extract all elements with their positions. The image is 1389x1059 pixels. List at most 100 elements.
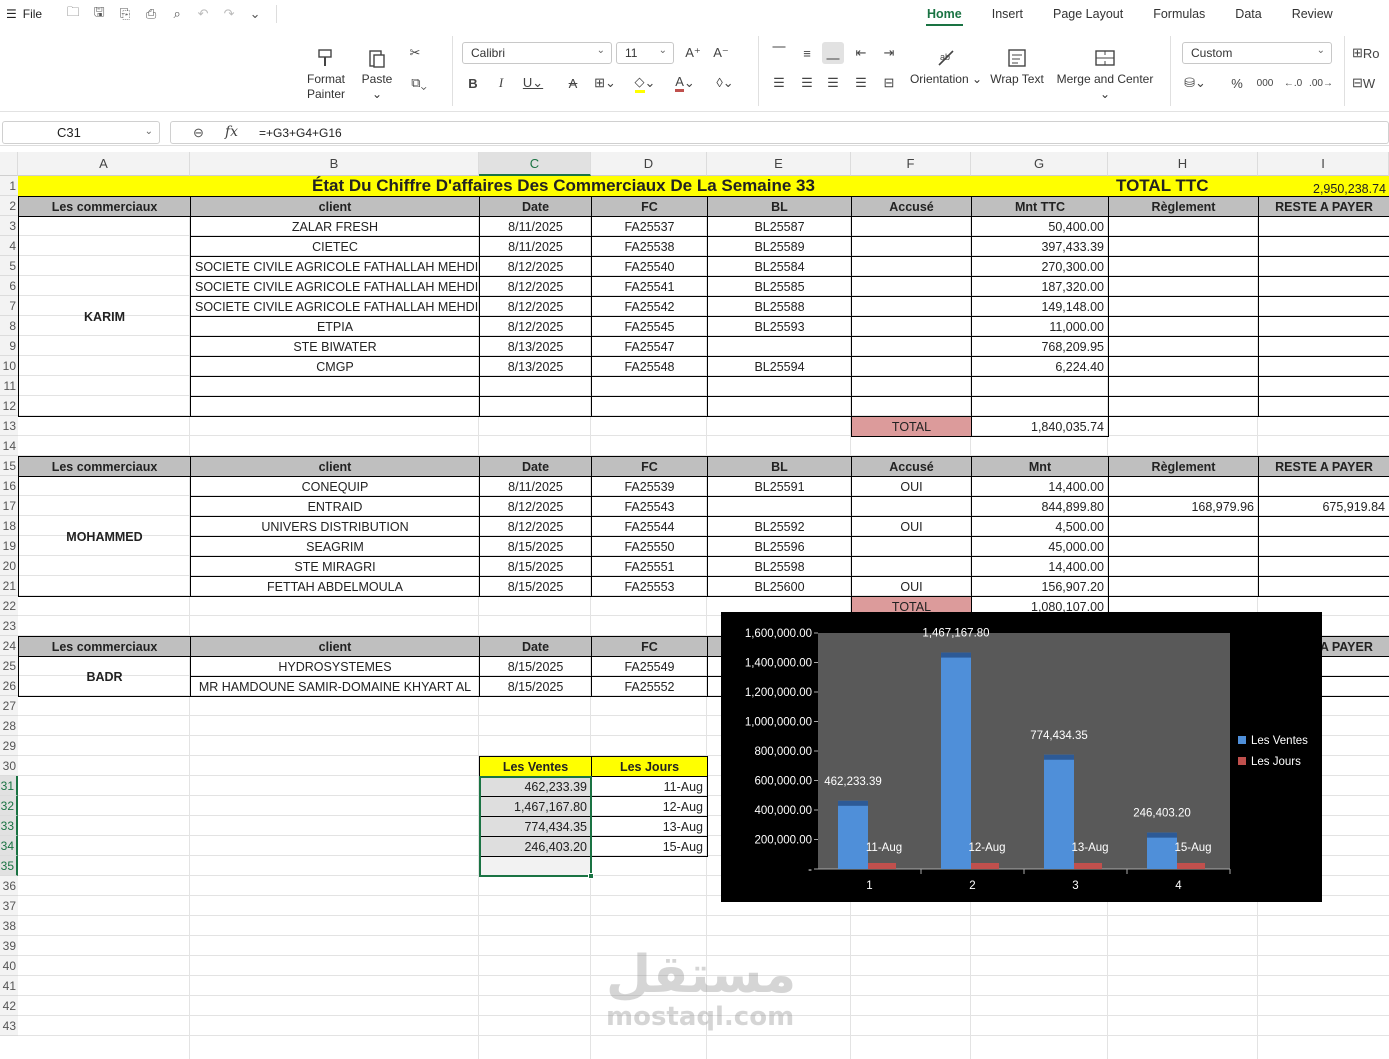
row-header-11[interactable]: 11 [0,376,18,396]
row-header-25[interactable]: 25 [0,656,18,676]
row-header-9[interactable]: 9 [0,336,18,356]
formula-input[interactable]: ⊖ fx =+G3+G4+G16 [170,121,1389,144]
row-header-16[interactable]: 16 [0,476,18,496]
print-icon[interactable]: ⎙ [142,5,160,23]
column-header-a[interactable]: A [18,152,190,176]
row-header-23[interactable]: 23 [0,616,18,636]
row-header-17[interactable]: 17 [0,496,18,516]
sales-chart[interactable]: 1,600,000.00 1,400,000.00 1,200,000.00 1,00… [721,612,1322,902]
wrap-text-button[interactable]: Wrap Text [988,46,1046,87]
worksheet-grid[interactable]: A B C D E F G H I 1 2 3 4 5 6 7 8 9 10 11 12 13 14 15 16 17 18 19 20… [0,152,1389,1059]
currency-icon[interactable]: ⛁⌄ [1184,72,1206,94]
fill-color-icon[interactable]: ◇ ⌄ [634,72,656,94]
tab-formulas[interactable]: Formulas [1138,0,1220,28]
distributed-icon[interactable]: ⊟ [878,72,900,94]
row-header-1[interactable]: 1 [0,176,18,196]
open-folder-icon[interactable]: 🗀 [64,4,82,23]
row-header-2[interactable]: 2 [0,196,18,216]
row-header-33[interactable]: 33 [0,816,18,836]
decrease-indent-icon[interactable]: ⇤ [850,42,872,64]
align-bottom-icon[interactable]: ⎽ [822,42,844,64]
paste-button[interactable]: Paste ⌄ [356,46,398,102]
clear-icon[interactable]: ◊⌄ [714,72,736,94]
rows-columns-button[interactable]: ⊞ Ro [1352,42,1389,64]
row-header-39[interactable]: 39 [0,936,18,956]
strikethrough-icon[interactable]: A [562,72,584,94]
format-painter-button[interactable]: Format Painter [302,46,350,102]
row-header-15[interactable]: 15 [0,456,18,476]
row-header-36[interactable]: 36 [0,876,18,896]
row-header-40[interactable]: 40 [0,956,18,976]
align-middle-icon[interactable]: ≡ [796,42,818,64]
fill-handle[interactable] [588,873,594,879]
percent-icon[interactable]: % [1226,72,1248,94]
align-right-icon[interactable]: ☰ [822,72,844,94]
column-header-d[interactable]: D [591,152,707,176]
export-icon[interactable]: ⎘ [116,5,134,23]
row-header-31[interactable]: 31 [0,776,18,796]
align-left-icon[interactable]: ☰ [768,72,790,94]
row-header-21[interactable]: 21 [0,576,18,596]
chevron-down-icon[interactable]: ⌄ [246,5,264,23]
row-header-41[interactable]: 41 [0,976,18,996]
font-color-icon[interactable]: A ⌄ [674,72,696,94]
row-header-34[interactable]: 34 [0,836,18,856]
function-icon[interactable]: fx [225,124,238,140]
row-header-30[interactable]: 30 [0,756,18,776]
zoom-icon[interactable]: ⊖ [193,125,204,141]
print-preview-icon[interactable]: ⌕ [168,5,186,23]
row-header-27[interactable]: 27 [0,696,18,716]
save-icon[interactable]: 🖫 [90,4,108,23]
tab-insert[interactable]: Insert [977,0,1038,28]
increase-decimal-icon[interactable]: ←.0 [1282,72,1304,94]
row-header-4[interactable]: 4 [0,236,18,256]
column-header-c[interactable]: C [479,152,591,176]
orientation-button[interactable]: ab Orientation ⌄ [908,46,984,87]
comma-style-icon[interactable]: 000 [1254,72,1276,94]
column-header-g[interactable]: G [971,152,1108,176]
column-header-f[interactable]: F [851,152,971,176]
row-header-28[interactable]: 28 [0,716,18,736]
decrease-font-icon[interactable]: A⁻ [710,42,732,64]
row-header-6[interactable]: 6 [0,276,18,296]
row-header-29[interactable]: 29 [0,736,18,756]
borders-icon[interactable]: ⊞⌄ [594,72,616,94]
column-header-h[interactable]: H [1108,152,1258,176]
row-header-43[interactable]: 43 [0,1016,18,1036]
redo-icon[interactable]: ↷ [220,5,238,23]
justify-icon[interactable]: ☰ [850,72,872,94]
row-header-32[interactable]: 32 [0,796,18,816]
italic-icon[interactable]: I [490,72,512,94]
row-header-13[interactable]: 13 [0,416,18,436]
row-header-8[interactable]: 8 [0,316,18,336]
row-header-26[interactable]: 26 [0,676,18,696]
bold-icon[interactable]: B [462,72,484,94]
tab-data[interactable]: Data [1220,0,1276,28]
row-header-3[interactable]: 3 [0,216,18,236]
row-header-5[interactable]: 5 [0,256,18,276]
select-all-corner[interactable] [0,152,18,176]
align-center-icon[interactable]: ☰ [796,72,818,94]
align-top-icon[interactable]: ⎺ [768,42,790,64]
row-header-42[interactable]: 42 [0,996,18,1016]
increase-indent-icon[interactable]: ⇥ [878,42,900,64]
row-header-18[interactable]: 18 [0,516,18,536]
row-header-37[interactable]: 37 [0,896,18,916]
copy-icon[interactable]: ⧉⌄ [408,72,430,94]
row-header-20[interactable]: 20 [0,556,18,576]
selection-range[interactable] [479,776,592,877]
tab-page-layout[interactable]: Page Layout [1038,0,1138,28]
name-box[interactable]: C31 ⌄ [2,121,160,144]
file-menu[interactable]: ☰ File [0,7,50,21]
underline-icon[interactable]: U⌄ [522,72,544,94]
font-size-select[interactable]: 11 ⌄ [616,42,674,64]
row-header-10[interactable]: 10 [0,356,18,376]
worksheet-button[interactable]: ⊟ W [1352,72,1389,94]
row-header-19[interactable]: 19 [0,536,18,556]
undo-icon[interactable]: ↶ [194,5,212,23]
merge-center-button[interactable]: Merge and Center ⌄ [1050,46,1160,102]
tab-review[interactable]: Review [1277,0,1348,28]
row-header-24[interactable]: 24 [0,636,18,656]
row-header-22[interactable]: 22 [0,596,18,616]
font-name-select[interactable]: Calibri ⌄ [462,42,612,64]
